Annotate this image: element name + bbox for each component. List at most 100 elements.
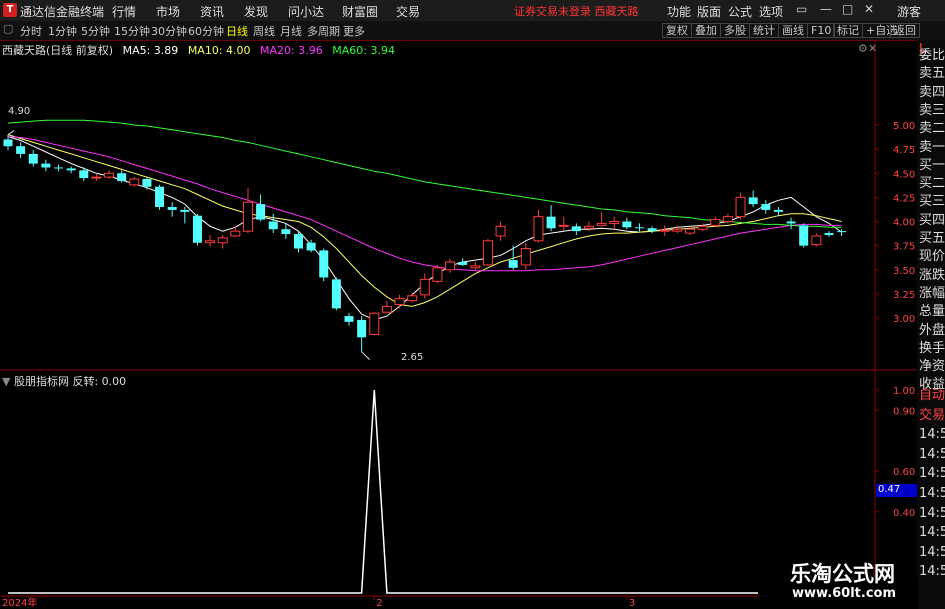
candle-body [142,179,152,187]
candle-body [583,225,594,229]
panel-item: 买五 [919,231,945,246]
candle [609,216,620,230]
candle-body [799,225,809,246]
candle-body [520,248,531,266]
candle [445,259,456,273]
time-tick-label: 2 [376,598,382,609]
panel-item: 卖二 [919,121,945,137]
candle [54,164,64,172]
candle [735,192,746,220]
ind-tick-label: 0.60 [893,467,915,478]
candle [470,262,481,270]
candle [622,217,632,230]
legend-ma60: MA60: 3.94 [332,44,395,57]
ma60-line [7,119,842,228]
candle-body [773,209,783,212]
candle-body [722,216,733,223]
candle-body [230,230,241,237]
panel-item: 买四 [919,212,945,228]
price-tick-label: 4.75 [893,145,915,156]
candle-body [685,228,696,234]
candle-body [306,242,316,251]
candle [129,177,140,187]
candle-body [445,261,456,271]
candle-body [495,225,506,237]
panel-item: 14:56 [919,446,945,462]
candle-body [571,226,581,232]
candle-body [91,176,102,179]
candle-body [811,235,822,246]
candle [596,211,607,227]
candle-body [281,229,291,235]
candle-body [155,186,165,208]
candle [357,316,367,352]
candle [786,217,796,230]
price-tick-label: 4.50 [893,169,915,180]
candle-body [205,240,216,244]
candle [369,312,380,336]
candle [799,223,809,248]
panel-item: 外盘 [919,322,945,338]
price-tick-label: 4.00 [893,218,915,229]
low-price-label: 2.65 [401,352,424,363]
candle-body [824,233,834,236]
kline-chart[interactable]: 5.00 4.75 4.50 4.25 4.00 3.75 3.50 3.25 3.00 2024… [0,0,945,609]
candle [558,216,569,232]
candle [242,187,253,234]
candle-body [697,225,708,230]
legend-stock-name: 西藏天路(日线 前复权) [2,44,114,57]
candle-body [647,228,657,232]
candle-body [482,240,493,266]
candle-body [635,227,644,229]
time-tick-label: 2024年 [2,596,37,609]
candle [773,207,783,216]
panel-item: 净资 [919,359,945,375]
candle-body [710,219,721,226]
price-tick-label: 3.50 [893,266,915,277]
candle-body [546,216,556,229]
settings-gear-icon[interactable]: ⚙ [858,42,868,55]
indicator-toggle-icon[interactable]: ▼ [2,375,10,388]
panel-item: 涨跌 [919,267,945,283]
candle-body [268,221,278,230]
candle [205,235,216,247]
candle [419,273,430,299]
panel-item: 卖五 [919,66,945,82]
candle [293,231,303,253]
reversal-indicator-line [8,389,842,594]
candle-body [786,221,796,224]
candle [811,233,822,247]
candle [394,294,405,309]
candle [217,235,228,249]
candle-body [394,298,405,305]
candle-body [533,216,544,242]
candle-body [659,229,670,232]
candle [824,231,834,237]
panel-close-icon[interactable]: ✕ [868,42,877,55]
panel-item: 委比 [919,48,945,63]
candle-body [117,173,127,181]
candle-body [192,215,202,243]
panel-item: 卖四 [919,84,945,100]
panel-item: 涨幅 [919,285,945,301]
candle [495,221,506,241]
watermark-url: www.60lt.com [792,586,897,601]
candle [520,242,531,270]
candle-body [609,221,620,224]
candle-body [66,168,76,171]
candle-body [369,312,380,335]
candle-body [470,265,481,269]
candle [167,202,177,217]
candle-body [837,231,847,233]
candle-body [381,305,392,313]
candle [344,313,354,326]
high-price-label: 4.90 [8,106,31,117]
candle-body [79,170,89,179]
candle [647,226,657,234]
candle-body [419,278,430,296]
panel-item: 自动 [919,388,945,403]
candle-body [622,221,632,228]
panel-item: 交易 [919,407,945,423]
candle [41,159,51,172]
candle-body [331,279,341,309]
